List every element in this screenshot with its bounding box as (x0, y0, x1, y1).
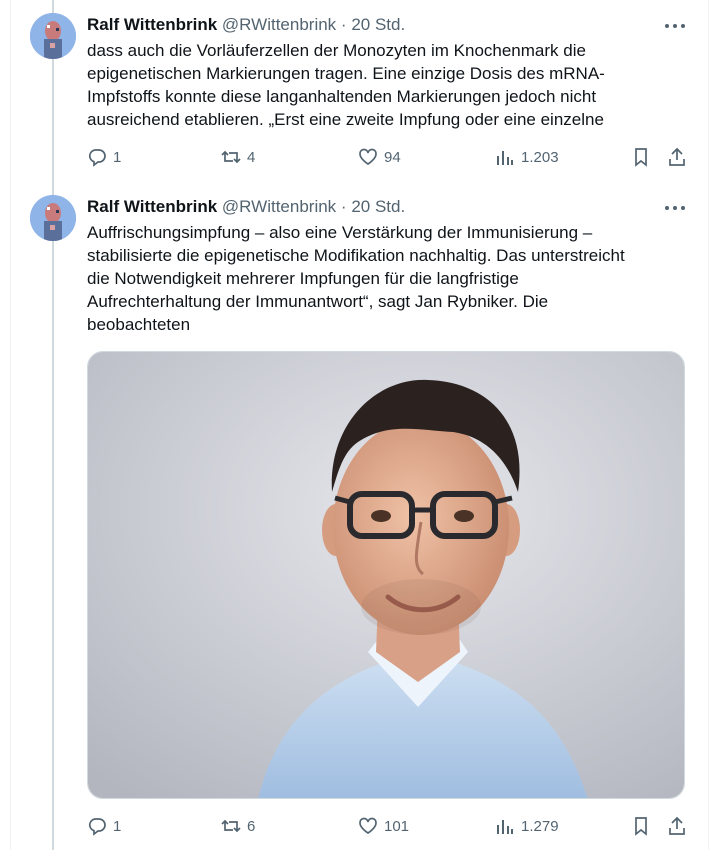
reply-count: 1 (113, 148, 122, 166)
reply-count: 1 (113, 817, 122, 835)
more-horizontal-icon[interactable] (664, 205, 686, 211)
tweet-text-line: Aufrechterhaltung der Immunantwort“, sag… (87, 292, 549, 311)
reply-button[interactable]: 1 (87, 144, 121, 170)
reply-icon (88, 818, 106, 836)
reply-button[interactable]: 1 (87, 813, 121, 839)
views-count: 1.203 (521, 148, 559, 166)
tweet-actions: 1 4 94 1.203 (87, 144, 687, 170)
tweet-text-line: Auffrischungsimpfung – also eine Verstär… (87, 223, 593, 242)
repost-icon (221, 819, 241, 833)
author-handle[interactable]: @RWittenbrink (222, 15, 336, 34)
tweet-header: Ralf Wittenbrink @RWittenbrink · 20 Std. (87, 13, 405, 37)
repost-count: 6 (247, 817, 256, 835)
heart-icon (359, 817, 377, 835)
timestamp[interactable]: 20 Std. (351, 197, 405, 216)
bookmark-icon (635, 817, 647, 836)
thread-connector-line (52, 0, 54, 850)
tweet-header: Ralf Wittenbrink @RWittenbrink · 20 Std. (87, 195, 405, 219)
tweet-text-line: Impfstoffs konnte diese langanhaltenden … (87, 87, 597, 106)
repost-count: 4 (247, 148, 256, 166)
like-count: 101 (384, 817, 410, 835)
tweet-text-line: ausreichend etablieren. „Erst eine zweit… (87, 110, 604, 129)
tweet-text-line: stabilisierte die epigenetische Modifika… (87, 246, 625, 265)
reply-icon (88, 149, 106, 167)
repost-button[interactable]: 4 (221, 144, 255, 170)
like-count: 94 (384, 148, 401, 166)
author-name[interactable]: Ralf Wittenbrink (87, 15, 217, 34)
author-name[interactable]: Ralf Wittenbrink (87, 197, 217, 216)
tweet-text-line: die Notwendigkeit mehrerer Impfungen für… (87, 269, 519, 288)
avatar-image (30, 13, 76, 59)
like-button[interactable]: 94 (358, 144, 401, 170)
views-icon (497, 151, 513, 165)
avatar-image (30, 195, 76, 241)
timeline-border-right (708, 0, 709, 850)
tweet-text-line: epigenetischen Markierungen tragen. Eine… (87, 64, 605, 83)
header-separator: · (340, 15, 347, 34)
bookmark-button[interactable] (631, 813, 651, 839)
share-icon (669, 147, 685, 166)
share-button[interactable] (667, 813, 687, 839)
share-icon (669, 816, 685, 835)
tweet-text-line: beobachteten (87, 315, 191, 334)
timeline-border-left (10, 0, 11, 850)
tweet-text: Auffrischungsimpfung – also eine Verstär… (87, 221, 687, 336)
header-separator: · (340, 197, 347, 216)
views-count: 1.279 (521, 817, 559, 835)
heart-icon (359, 148, 377, 166)
author-handle[interactable]: @RWittenbrink (222, 197, 336, 216)
avatar[interactable] (30, 195, 76, 241)
avatar[interactable] (30, 13, 76, 59)
like-button[interactable]: 101 (358, 813, 409, 839)
tweet-actions: 1 6 101 1.279 (87, 813, 687, 839)
views-icon (497, 820, 513, 834)
portrait-photo (88, 352, 684, 798)
tweet-text: dass auch die Vorläuferzellen der Monozy… (87, 39, 687, 131)
bookmark-icon (635, 148, 647, 167)
views-button[interactable]: 1.279 (495, 813, 559, 839)
views-button[interactable]: 1.203 (495, 144, 559, 170)
tweet-media-photo[interactable] (87, 351, 685, 799)
repost-icon (221, 150, 241, 164)
tweet-text-line: dass auch die Vorläuferzellen der Monozy… (87, 41, 586, 60)
bookmark-button[interactable] (631, 144, 651, 170)
timestamp[interactable]: 20 Std. (351, 15, 405, 34)
share-button[interactable] (667, 144, 687, 170)
repost-button[interactable]: 6 (221, 813, 255, 839)
more-horizontal-icon[interactable] (664, 23, 686, 29)
